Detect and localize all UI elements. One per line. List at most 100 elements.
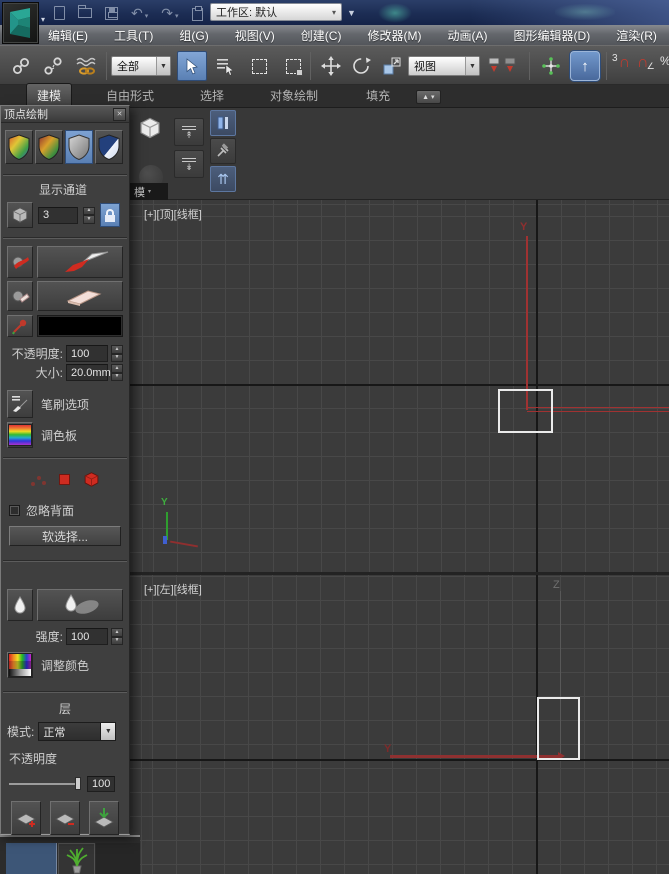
select-and-scale-button[interactable] [377,51,407,81]
size-spinner[interactable]: ▲ ▼ [111,364,123,381]
ignore-backfacing-checkbox[interactable] [9,505,20,516]
vertex-color-gray-button-selected[interactable] [65,130,93,164]
size-value-field[interactable]: 20.0mm [66,364,111,381]
strength-spinner[interactable]: ▲ ▼ [111,628,123,645]
layer-opacity-value-field[interactable]: 100 [87,776,115,792]
redo-button[interactable]: ↷ ▾ [161,6,178,20]
viewport-left[interactable]: [+][左][线框] Z Y [130,575,669,874]
vertex-subobject-icon[interactable] [30,473,46,487]
spinner-down-icon[interactable]: ▼ [111,353,123,362]
tab-selection[interactable]: 选择 [190,84,234,107]
delete-layer-button[interactable] [50,801,80,835]
channel-spinner[interactable]: ▲ ▼ [83,206,95,224]
unlink-selection-button[interactable] [38,51,68,81]
viewport-top-label[interactable]: [+][顶][线框] [144,206,202,222]
pick-color-button[interactable] [7,315,33,337]
polygon-modeling-cube-button[interactable] [134,112,166,144]
vertex-color-illum-button[interactable] [35,130,63,164]
panel-title-bar[interactable]: 顶点绘制 ✕ [1,106,129,123]
selected-object-rectangle[interactable] [537,697,580,760]
select-and-link-button[interactable] [6,51,36,81]
collapse-layers-button[interactable] [89,801,119,835]
adjust-color-label[interactable]: 调整颜色 [41,657,89,674]
logo-caret-icon[interactable]: ▾ [41,15,45,24]
foliage-tool-button[interactable] [58,843,95,874]
percent-snap-toggle[interactable]: % [660,54,669,68]
snap-toggle-3d[interactable]: 3 ∩ [612,54,630,72]
blur-brush-button[interactable] [37,589,123,621]
spinner-up-icon[interactable]: ▲ [111,628,123,637]
tab-freeform[interactable]: 自由形式 [96,84,164,107]
opacity-value-field[interactable]: 100 [66,345,108,362]
select-by-name-button[interactable] [210,51,240,81]
spinner-down-icon[interactable]: ▼ [83,215,95,224]
modifier-list-down-button[interactable]: ↡ [174,150,204,178]
soft-selection-button[interactable]: 软选择... [9,526,121,546]
slider-handle[interactable] [75,777,81,790]
palette-label[interactable]: 调色板 [41,427,77,444]
layer-opacity-slider[interactable] [9,777,81,790]
opacity-spinner[interactable]: ▲ ▼ [111,345,123,362]
erase-all-button[interactable] [7,281,33,311]
keyboard-shortcut-override-toggle[interactable]: ↑ [570,51,600,81]
close-icon[interactable]: ✕ [113,107,126,121]
save-file-icon[interactable] [105,6,118,20]
brush-options-button[interactable] [7,390,33,418]
paint-brush-button[interactable] [37,246,123,278]
blur-all-button[interactable] [7,589,33,621]
palette-button[interactable] [7,422,33,448]
select-and-rotate-button[interactable] [346,51,376,81]
selected-object-rectangle[interactable] [498,389,553,433]
reference-coordinate-dropdown[interactable]: 视图 ▼ [408,56,480,76]
collapsed-panel-label[interactable]: 模 ▾ [130,183,168,200]
layer-mode-dropdown[interactable]: 正常 ▼ [38,722,117,741]
workspace-dropdown[interactable]: 工作区: 默认 ▾ [210,3,342,21]
menu-tools[interactable]: 工具(T) [112,27,155,44]
brush-options-label[interactable]: 笔刷选项 [41,396,89,413]
lock-channel-button[interactable] [100,203,120,227]
spinner-down-icon[interactable]: ▼ [111,636,123,645]
menu-views[interactable]: 视图(V) [233,27,277,44]
rectangular-selection-region-button[interactable] [244,51,274,81]
vertex-color-blue-button[interactable] [95,130,123,164]
bind-to-space-warp-button[interactable] [70,51,104,81]
menu-animation[interactable]: 动画(A) [446,27,490,44]
menu-edit[interactable]: 编辑(E) [46,27,90,44]
paint-color-swatch[interactable] [37,315,123,337]
open-file-icon[interactable] [78,4,92,19]
menu-modifiers[interactable]: 修改器(M) [365,27,423,44]
face-subobject-icon[interactable] [59,474,70,485]
project-folder-icon[interactable] [191,5,203,21]
eraser-button[interactable] [37,281,123,311]
vertex-color-shaded-button[interactable] [5,130,33,164]
spinner-up-icon[interactable]: ▲ [111,345,123,354]
menu-rendering[interactable]: 渲染(R) [614,27,659,44]
tab-modeling[interactable]: 建模 [26,83,73,107]
angle-snap-toggle[interactable]: ∩ ∠ [637,54,655,72]
new-layer-button[interactable] [11,801,41,835]
modifier-list-button[interactable]: ↟ [174,118,204,146]
caret-down-icon[interactable]: ▾ [145,12,149,20]
menu-group[interactable]: 组(G) [177,27,210,44]
ignore-backfacing-label[interactable]: 忽略背面 [26,502,74,519]
select-object-button[interactable] [177,51,207,81]
ribbon-minimize-button[interactable]: ▲ ▾ [416,90,441,104]
window-crossing-button[interactable] [278,51,308,81]
use-pivot-center-button[interactable] [483,51,523,81]
ribbon-tool-button-3[interactable]: ⇈ [210,166,236,192]
menu-graph-editors[interactable]: 图形编辑器(D) [512,27,593,44]
caret-down-icon[interactable]: ▾ [175,12,179,20]
viewport-top[interactable]: [+][顶][线框] Y Y [130,200,669,572]
app-logo-button[interactable] [2,2,39,44]
ribbon-tool-button-1[interactable] [210,110,236,136]
qat-overflow-caret[interactable]: ▼ [347,8,356,18]
spinner-down-icon[interactable]: ▼ [111,372,123,381]
tab-populate[interactable]: 填充 [356,84,400,107]
viewport-left-label[interactable]: [+][左][线框] [144,581,202,597]
undo-button[interactable]: ↶ ▾ [131,6,148,20]
element-subobject-icon[interactable] [83,471,100,488]
new-file-icon[interactable] [54,6,65,20]
spinner-up-icon[interactable]: ▲ [83,206,95,215]
spinner-up-icon[interactable]: ▲ [111,364,123,373]
menu-create[interactable]: 创建(C) [299,27,344,44]
